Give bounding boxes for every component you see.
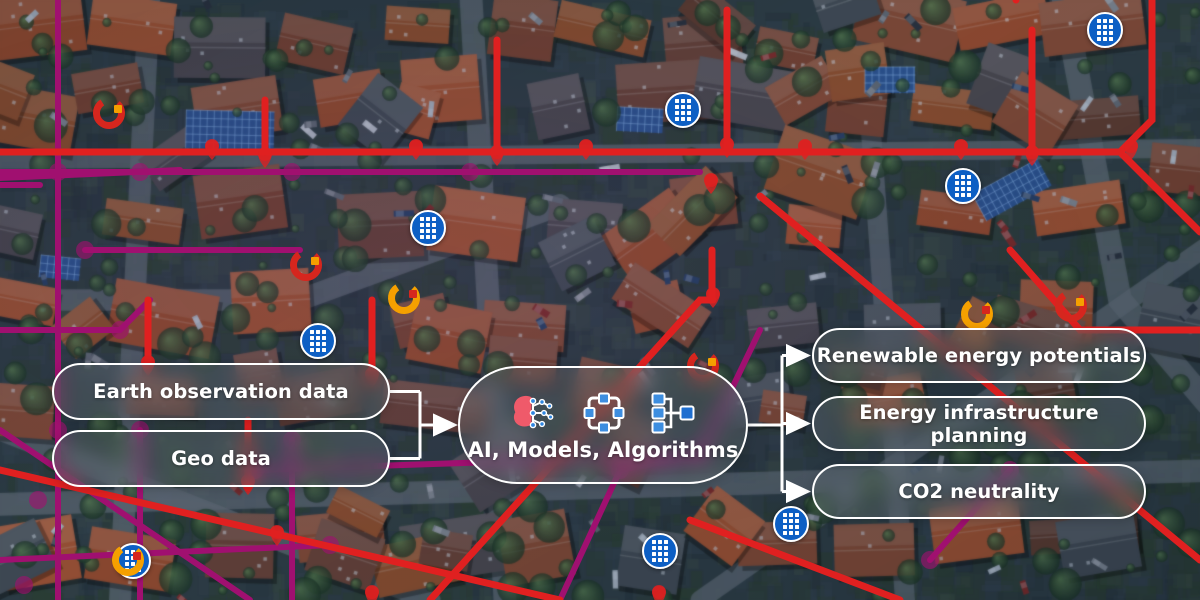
processor-box-ai-models-algorithms[interactable]: AI, Models, Algorithms [458,366,748,484]
screenshot-stage: Earth observation data Geo data AI, Mode… [0,0,1200,600]
output-box-energy-infrastructure-planning[interactable]: Energy infrastructure planning [812,396,1146,451]
processor-label-ai-models-algorithms: AI, Models, Algorithms [467,437,739,462]
input-box-earth-observation-data[interactable]: Earth observation data [52,363,390,420]
output-box-renewable-energy-potentials[interactable]: Renewable energy potentials [812,328,1146,383]
processor-icon-row [511,392,695,434]
object-detection-icon [583,392,625,434]
input-label-geo-data: Geo data [171,447,271,470]
output-label-renewable-energy-potentials: Renewable energy potentials [816,344,1142,367]
hierarchy-model-icon [651,392,695,434]
output-box-co2-neutrality[interactable]: CO2 neutrality [812,464,1146,519]
input-label-earth-observation-data: Earth observation data [93,380,349,403]
input-box-geo-data[interactable]: Geo data [52,430,390,487]
output-label-energy-infrastructure-planning: Energy infrastructure planning [859,400,1099,447]
output-label-co2-neutrality: CO2 neutrality [898,480,1060,503]
process-flow-diagram: Earth observation data Geo data AI, Mode… [0,0,1200,600]
brain-neural-icon [511,393,557,433]
